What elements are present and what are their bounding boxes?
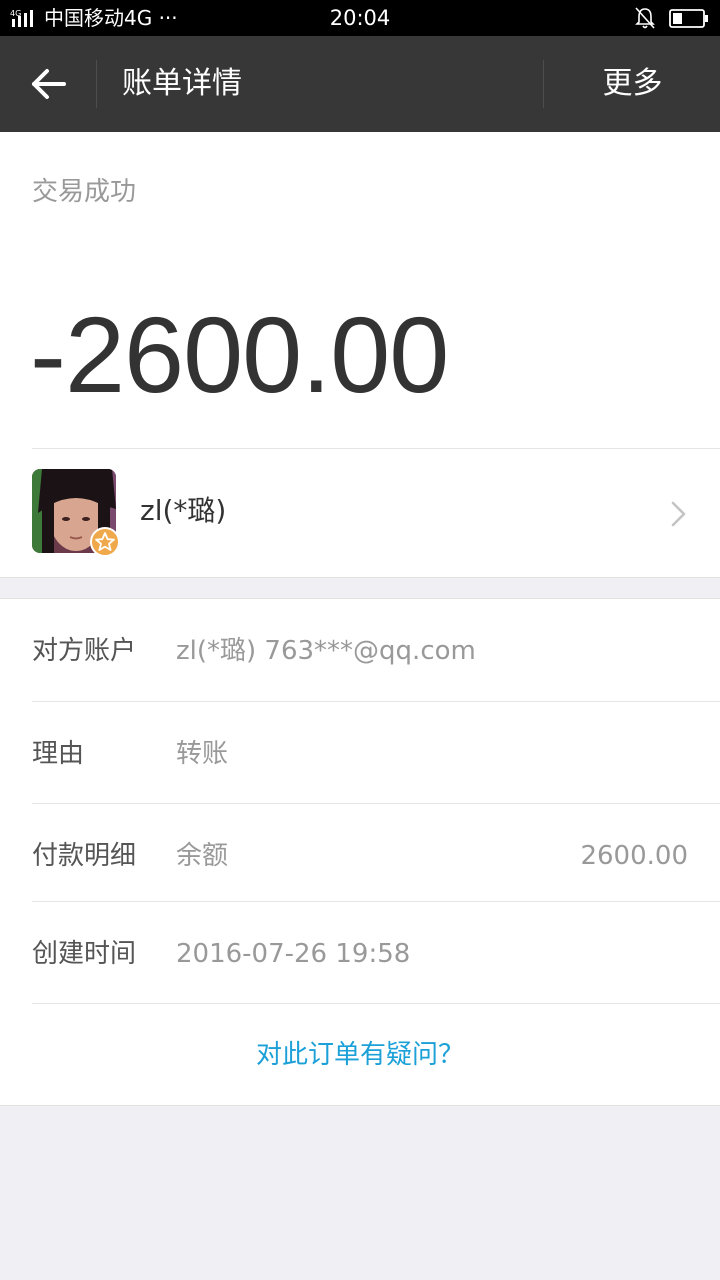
payment-amount: 2600.00 — [580, 841, 688, 871]
bell-muted-icon — [635, 7, 655, 29]
detail-label: 对方账户 — [32, 636, 137, 666]
battery-icon — [669, 9, 708, 28]
status-bar: 4G 中国移动4G ··· 20:04 — [0, 0, 720, 36]
detail-row-reason: 理由 转账 — [0, 702, 720, 803]
transaction-summary-card: 交易成功 -2600.00 zl(*璐) — [0, 132, 720, 578]
order-question-link[interactable]: 对此订单有疑问？ — [0, 1037, 720, 1073]
title-divider — [96, 60, 97, 108]
detail-row-created-time: 创建时间 2016-07-26 19:58 — [0, 902, 720, 1003]
clock: 20:04 — [329, 6, 391, 30]
payee-row[interactable]: zl(*璐) — [0, 449, 720, 577]
detail-row-payment: 付款明细 余额 2600.00 — [0, 804, 720, 901]
detail-row-counterparty: 对方账户 zl(*璐) 763***@qq.com — [0, 599, 720, 701]
detail-value: 余额 — [176, 841, 229, 871]
star-badge-icon — [90, 527, 120, 557]
payee-name: zl(*璐) — [140, 494, 227, 527]
transaction-details-card: 对方账户 zl(*璐) 763***@qq.com 理由 转账 付款明细 余额 … — [0, 598, 720, 1106]
transaction-amount: -2600.00 — [30, 294, 449, 415]
detail-value: zl(*璐) 763***@qq.com — [176, 636, 476, 666]
more-button[interactable]: 更多 — [545, 62, 720, 106]
detail-value: 2016-07-26 19:58 — [176, 939, 411, 969]
title-bar: 账单详情 更多 — [0, 36, 720, 132]
detail-label: 付款明细 — [32, 841, 137, 871]
detail-label: 创建时间 — [32, 939, 137, 969]
detail-label: 理由 — [32, 739, 85, 769]
back-arrow-icon[interactable] — [22, 64, 74, 104]
transaction-status: 交易成功 — [32, 177, 137, 207]
detail-value: 转账 — [176, 739, 229, 769]
title-divider — [543, 60, 544, 108]
page-title: 账单详情 — [122, 66, 242, 101]
divider — [32, 1003, 720, 1004]
chevron-right-icon — [671, 501, 686, 527]
